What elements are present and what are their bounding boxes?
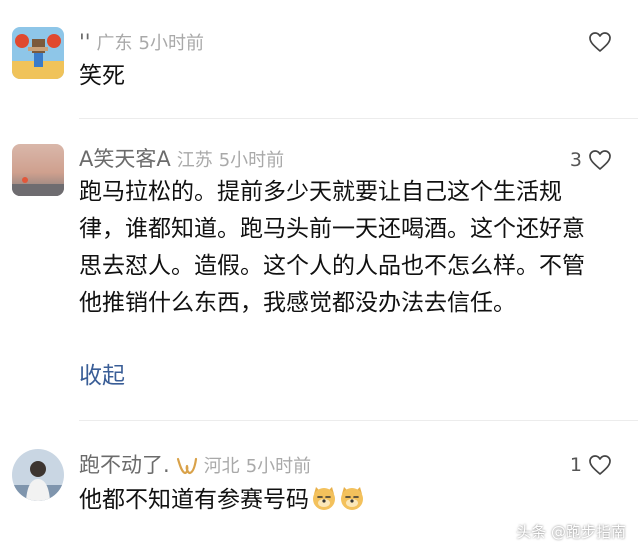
comment-time: 5小时前 [218,150,285,171]
comment-text-content: 他都不知道有参赛号码 [79,487,309,513]
heart-outline-icon [589,150,611,170]
comment-text: 他都不知道有参赛号码 [79,482,599,519]
comment-location: 江苏 [176,150,213,171]
avatar-image [12,144,64,196]
like-button[interactable]: 1 [570,451,612,479]
comment-location: 广东 [96,33,133,54]
comment-text: 笑死 [79,63,125,89]
comment-author[interactable]: 跑不动了. [79,453,170,477]
comment-meta: '' 广东 5小时前 [79,27,210,57]
member-badge-icon [176,457,197,475]
like-button[interactable] [582,28,612,56]
comment-text: 跑马拉松的。提前多少天就要让自己这个生活规律，谁都知道。跑马头前一天还喝酒。这个… [79,179,585,316]
watermark: 头条 @跑步指南 [516,523,626,541]
avatar[interactable] [12,449,64,501]
avatar-image [12,27,64,79]
avatar[interactable] [12,144,64,196]
comment-author[interactable]: '' [79,30,91,54]
comment-location: 河北 [203,456,240,477]
doge-emoji-icon [313,487,335,510]
heart-outline-icon [589,32,611,52]
doge-emoji-icon [341,487,363,510]
like-count: 1 [569,454,582,476]
comment-author[interactable]: A笑天客A [79,147,171,171]
avatar-image [12,449,64,501]
comment-time: 5小时前 [245,456,312,477]
comment-meta: A笑天客A 江苏 5小时前 [79,144,290,174]
comment-meta: 跑不动了. 河北 5小时前 [79,450,317,480]
heart-outline-icon [589,455,611,475]
like-count: 3 [569,149,582,171]
comment-time: 5小时前 [138,33,204,54]
avatar[interactable] [12,27,64,79]
collapse-link[interactable]: 收起 [79,358,125,395]
comment-item: A笑天客A 江苏 5小时前 跑马拉松的。提前多少天就要让自己这个生活规律，谁都知道。… [0,118,638,420]
like-button[interactable]: 3 [570,146,612,174]
comment-item: '' 广东 5小时前 笑死 [0,0,638,118]
